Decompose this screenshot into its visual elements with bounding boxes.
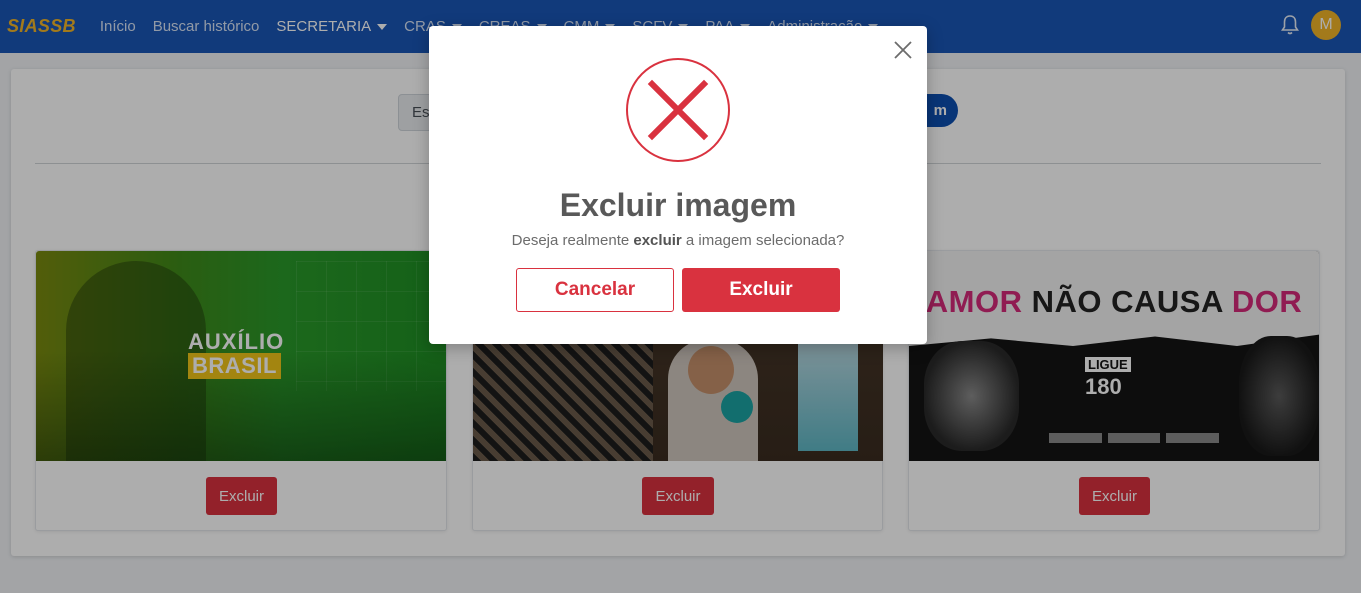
- error-x-icon: [626, 58, 730, 162]
- modal-message: Deseja realmente excluir a imagem seleci…: [429, 232, 927, 249]
- delete-confirm-modal: Excluir imagem Deseja realmente excluir …: [429, 26, 927, 344]
- modal-title: Excluir imagem: [559, 187, 797, 223]
- message-bold: excluir: [633, 232, 682, 249]
- message-part: Deseja realmente: [511, 232, 630, 249]
- confirm-delete-button[interactable]: Excluir: [682, 268, 840, 312]
- close-icon[interactable]: [893, 40, 913, 60]
- message-part: a imagem selecionada?: [685, 232, 845, 249]
- cancel-button[interactable]: Cancelar: [516, 268, 674, 312]
